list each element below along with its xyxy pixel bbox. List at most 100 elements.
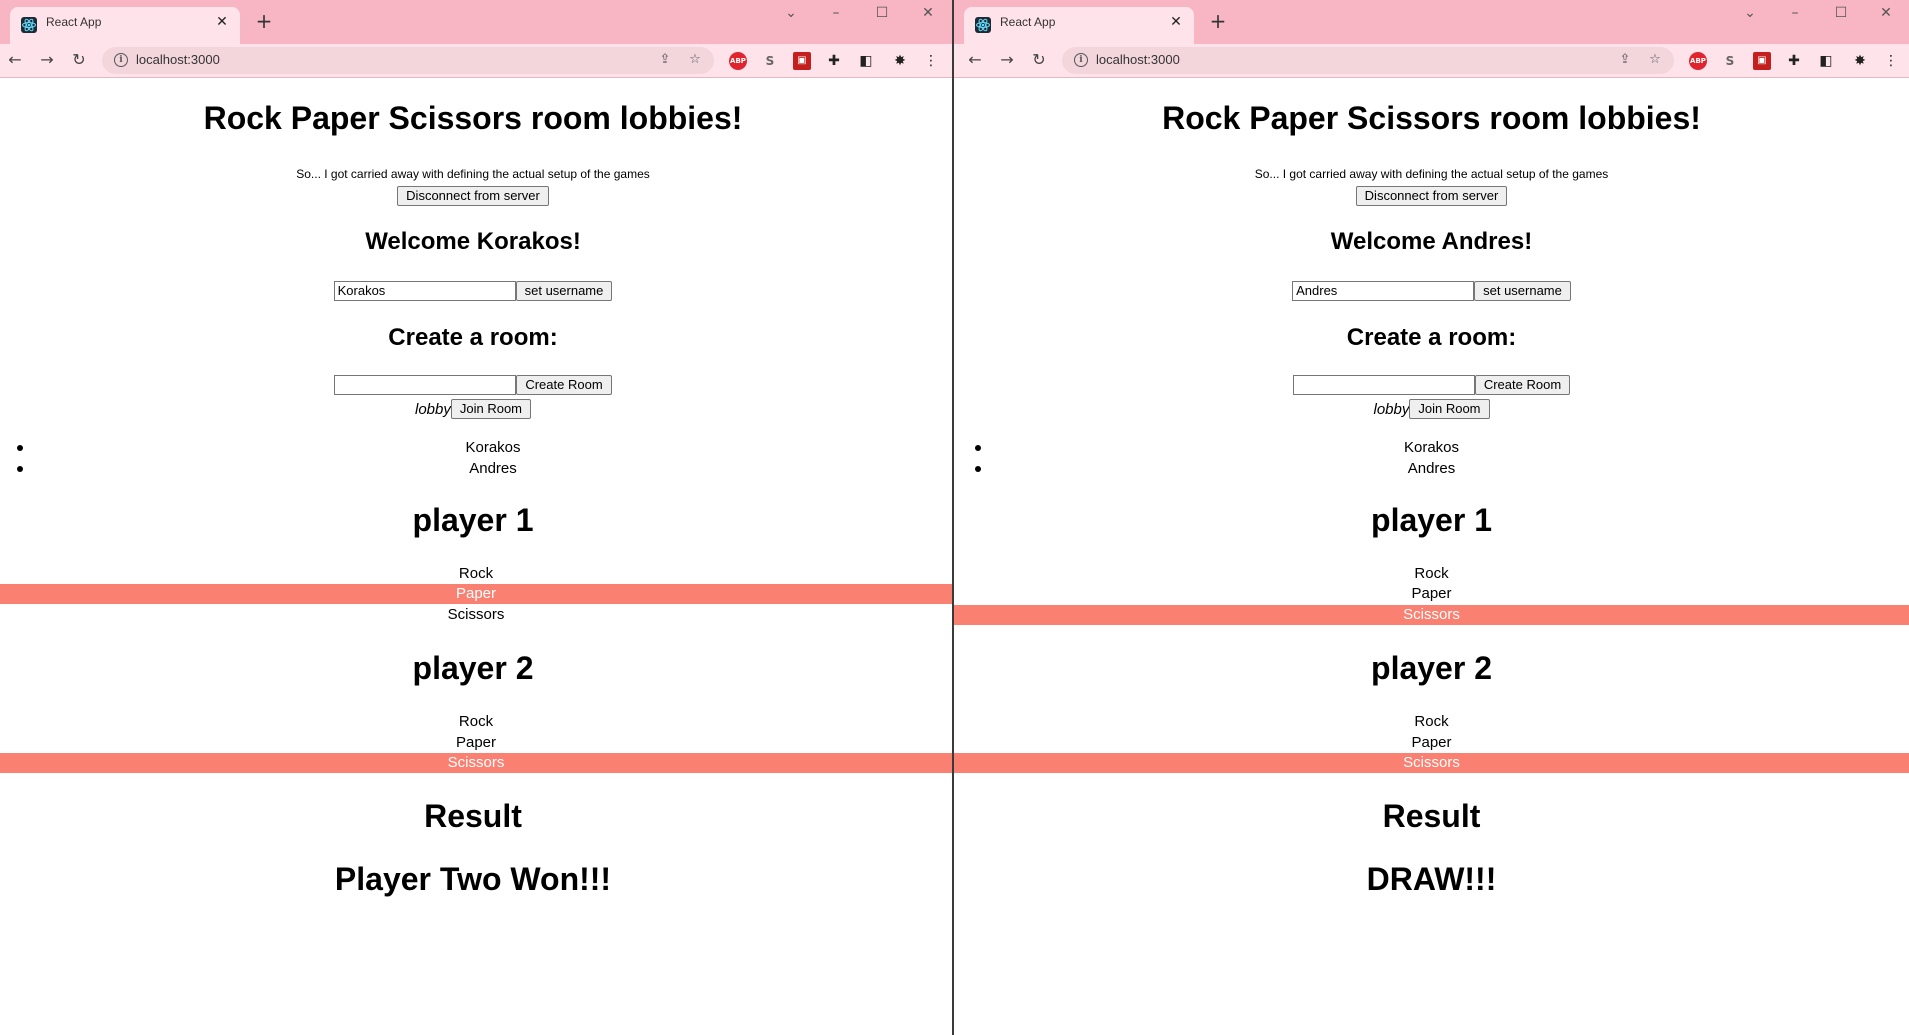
app-page: Rock Paper Scissors room lobbies! So... … <box>0 78 952 1035</box>
bullet-icon <box>975 466 981 472</box>
red-extension-icon[interactable]: ▣ <box>1753 52 1771 70</box>
star-icon[interactable]: ☆ <box>1646 51 1664 69</box>
welcome-heading: Welcome Andres! <box>1330 228 1533 255</box>
p2-choice-paper[interactable]: Paper <box>954 733 1909 753</box>
close-tab-icon[interactable]: ✕ <box>212 12 232 32</box>
menu-icon[interactable]: ⋮ <box>922 52 940 70</box>
p2-choice-rock[interactable]: Rock <box>954 712 1909 732</box>
p2-choice-scissors[interactable]: Scissors <box>954 753 1909 773</box>
menu-icon[interactable]: ⋮ <box>1882 52 1900 70</box>
tab-title: React App <box>46 15 102 29</box>
p1-choice-paper[interactable]: Paper <box>954 584 1909 604</box>
player2-heading: player 2 <box>1371 650 1492 686</box>
list-item: Korakos <box>0 437 952 458</box>
close-tab-icon[interactable]: ✕ <box>1166 12 1186 32</box>
browser-window-right: React App ✕ + ⌄ – ☐ ✕ ← → ↻ i localhost:… <box>954 0 1909 1035</box>
set-username-button[interactable]: set username <box>1474 281 1571 301</box>
app-page: Rock Paper Scissors room lobbies! So... … <box>954 78 1909 1035</box>
room-name-input[interactable] <box>1292 375 1475 395</box>
reload-icon[interactable]: ↻ <box>68 49 90 71</box>
tab-bar: React App ✕ + ⌄ – ☐ ✕ <box>0 0 952 44</box>
browser-toolbar: ← → ↻ i localhost:3000 ⇪ ☆ ABP S ▣ ✚ ◧ ✸… <box>0 44 952 78</box>
players-list: Korakos Andres <box>0 437 952 479</box>
adblock-icon[interactable]: ABP <box>1689 52 1707 70</box>
list-item: Andres <box>954 458 1909 479</box>
side-panel-icon[interactable]: ◧ <box>1817 52 1835 70</box>
browser-tab[interactable]: React App ✕ <box>964 7 1194 44</box>
info-icon[interactable]: i <box>114 53 128 67</box>
create-room-button[interactable]: Create Room <box>516 375 612 395</box>
p1-choice-rock[interactable]: Rock <box>954 564 1909 584</box>
lobby-label: lobby <box>1373 400 1410 418</box>
disconnect-row: Disconnect from server <box>954 186 1909 206</box>
new-tab-icon[interactable]: + <box>1206 10 1230 34</box>
puzzle-icon[interactable]: ✚ <box>825 52 843 70</box>
lobby-label: lobby <box>415 400 451 418</box>
p1-choice-scissors[interactable]: Scissors <box>954 605 1909 625</box>
p2-choice-rock[interactable]: Rock <box>0 712 952 732</box>
browser-toolbar: ← → ↻ i localhost:3000 ⇪ ☆ ABP S ▣ ✚ ◧ ✸… <box>954 44 1909 78</box>
share-icon[interactable]: ⇪ <box>1616 51 1634 69</box>
disconnect-button[interactable]: Disconnect from server <box>397 186 549 206</box>
bug-extension-icon[interactable]: ✸ <box>1851 52 1869 70</box>
tab-search-icon[interactable]: ⌄ <box>771 0 811 26</box>
username-input[interactable]: Andres <box>1292 281 1475 301</box>
page-subtitle: So... I got carried away with defining t… <box>1254 167 1609 181</box>
create-room-heading: Create a room: <box>388 324 558 351</box>
create-room-row: Create Room <box>0 375 946 395</box>
player-name: Korakos <box>1403 439 1460 456</box>
star-icon[interactable]: ☆ <box>686 51 704 69</box>
players-list: Korakos Andres <box>954 437 1909 479</box>
set-username-button[interactable]: set username <box>515 281 613 301</box>
skype-icon[interactable]: S <box>1721 52 1739 70</box>
p1-choice-scissors[interactable]: Scissors <box>0 605 952 625</box>
welcome-heading: Welcome Korakos! <box>365 228 581 255</box>
maximize-icon[interactable]: ☐ <box>1821 0 1861 26</box>
address-bar[interactable]: i localhost:3000 ⇪ ☆ <box>102 47 714 74</box>
arrow-right-icon[interactable]: → <box>996 49 1018 71</box>
username-input[interactable]: Korakos <box>333 281 516 301</box>
room-name-input[interactable] <box>334 375 517 395</box>
lobby-row: lobby Join Room <box>0 399 946 419</box>
player2-heading: player 2 <box>412 650 534 686</box>
result-heading: Result <box>424 798 522 834</box>
arrow-left-icon[interactable]: ← <box>4 49 26 71</box>
result-text: Player Two Won!!! <box>334 861 612 897</box>
result-text: DRAW!!! <box>1366 861 1497 897</box>
skype-icon[interactable]: S <box>761 52 779 70</box>
side-panel-icon[interactable]: ◧ <box>857 52 875 70</box>
minimize-icon[interactable]: – <box>816 0 856 26</box>
new-tab-icon[interactable]: + <box>252 10 276 34</box>
page-title: Rock Paper Scissors room lobbies! <box>1162 100 1701 136</box>
close-window-icon[interactable]: ✕ <box>1866 0 1906 26</box>
tab-search-icon[interactable]: ⌄ <box>1730 0 1770 26</box>
join-room-button[interactable]: Join Room <box>1409 399 1490 419</box>
url-text: localhost:3000 <box>136 52 220 67</box>
p1-choice-rock[interactable]: Rock <box>0 564 952 584</box>
info-icon[interactable]: i <box>1074 53 1088 67</box>
minimize-icon[interactable]: – <box>1775 0 1815 26</box>
bullet-icon <box>17 466 23 472</box>
puzzle-icon[interactable]: ✚ <box>1785 52 1803 70</box>
create-room-heading: Create a room: <box>1346 324 1517 351</box>
bullet-icon <box>17 445 23 451</box>
close-window-icon[interactable]: ✕ <box>908 0 948 26</box>
p2-choice-scissors[interactable]: Scissors <box>0 753 952 773</box>
p2-choice-paper[interactable]: Paper <box>0 733 952 753</box>
bug-extension-icon[interactable]: ✸ <box>891 52 909 70</box>
address-bar[interactable]: i localhost:3000 ⇪ ☆ <box>1062 47 1674 74</box>
adblock-icon[interactable]: ABP <box>729 52 747 70</box>
url-text: localhost:3000 <box>1096 52 1180 67</box>
create-room-button[interactable]: Create Room <box>1474 375 1571 395</box>
player1-heading: player 1 <box>1371 502 1492 538</box>
arrow-left-icon[interactable]: ← <box>964 49 986 71</box>
disconnect-button[interactable]: Disconnect from server <box>1355 186 1508 206</box>
maximize-icon[interactable]: ☐ <box>862 0 902 26</box>
join-room-button[interactable]: Join Room <box>450 399 531 419</box>
p1-choice-paper[interactable]: Paper <box>0 584 952 604</box>
reload-icon[interactable]: ↻ <box>1028 49 1050 71</box>
browser-tab[interactable]: React App ✕ <box>10 7 240 44</box>
red-extension-icon[interactable]: ▣ <box>793 52 811 70</box>
arrow-right-icon[interactable]: → <box>36 49 58 71</box>
share-icon[interactable]: ⇪ <box>656 51 674 69</box>
